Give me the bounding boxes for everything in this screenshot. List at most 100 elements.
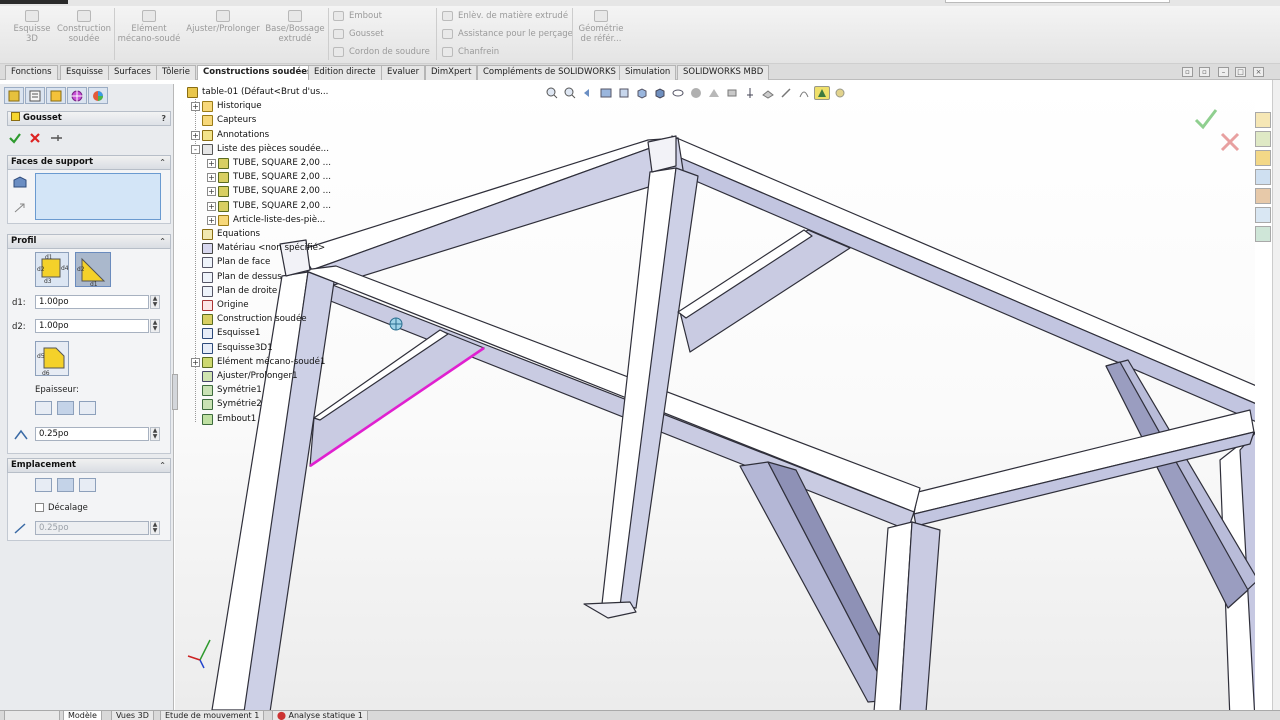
- tree-item[interactable]: Origine: [191, 298, 249, 312]
- thickness-field[interactable]: 0.25po: [35, 427, 149, 441]
- planes-icon[interactable]: [760, 86, 776, 100]
- tree-item[interactable]: Construction soudée: [191, 312, 307, 326]
- feature-manager-tab[interactable]: [4, 87, 24, 104]
- scroll-arrows[interactable]: [4, 711, 60, 720]
- appearances-icon[interactable]: [1255, 188, 1271, 204]
- profile-header[interactable]: Profil ⌃: [7, 234, 171, 249]
- support-faces-header[interactable]: Faces de support ⌃: [7, 155, 171, 170]
- expand-toggle-icon[interactable]: +: [207, 186, 216, 196]
- thickness-both-icon[interactable]: [57, 401, 74, 415]
- tab-sheet-metal[interactable]: Tôlerie: [156, 65, 196, 80]
- tab-dimxpert[interactable]: DimXpert: [425, 65, 478, 80]
- thickness-spinner[interactable]: ▲ ▼: [150, 427, 160, 441]
- close-icon[interactable]: ×: [1253, 67, 1264, 77]
- search-field[interactable]: [945, 0, 1170, 3]
- collapse-icon[interactable]: ⌃: [159, 235, 166, 248]
- help-icon[interactable]: ?: [161, 112, 166, 125]
- confirm-cancel-icon[interactable]: [1220, 132, 1240, 152]
- offset-spinner[interactable]: ▲ ▼: [150, 521, 160, 535]
- tree-item[interactable]: Embout1: [191, 412, 256, 426]
- leg-rear-right[interactable]: [873, 521, 941, 710]
- pushpin-icon[interactable]: [49, 132, 63, 144]
- check-icon[interactable]: [9, 132, 21, 144]
- d2-field[interactable]: 1.00po: [35, 319, 149, 333]
- tree-item[interactable]: Ajuster/Prolonger1: [191, 369, 298, 383]
- view-orientation-icon[interactable]: [634, 86, 650, 100]
- tab-mbd[interactable]: SOLIDWORKS MBD: [677, 65, 770, 80]
- tab-static-study[interactable]: ⬤ Analyse statique 1: [272, 711, 368, 720]
- location-header[interactable]: Emplacement ⌃: [7, 458, 171, 473]
- extruded-boss-button[interactable]: Base/Bossage extrudé: [264, 10, 326, 44]
- tree-item[interactable]: + TUBE, SQUARE 2,00 ...: [207, 170, 331, 184]
- tree-item[interactable]: Equations: [191, 227, 260, 241]
- tree-item[interactable]: Esquisse1: [191, 326, 260, 340]
- expand-toggle-icon[interactable]: +: [207, 172, 216, 182]
- extruded-cut-button[interactable]: Enlèv. de matière extrudé: [442, 9, 568, 23]
- collapse-icon[interactable]: ⌃: [159, 459, 166, 472]
- tree-item[interactable]: Esquisse3D1: [191, 341, 273, 355]
- tree-item[interactable]: Symétrie1: [191, 383, 262, 397]
- perspective-icon[interactable]: [814, 86, 830, 100]
- reference-geometry-button[interactable]: Géométrie de référ...: [576, 10, 626, 44]
- collapse-icon[interactable]: ⌃: [159, 156, 166, 169]
- end-cap-button[interactable]: Embout: [333, 9, 382, 23]
- hole-wizard-button[interactable]: Assistance pour le perçage: [442, 27, 573, 41]
- minimize-icon[interactable]: –: [1218, 67, 1229, 77]
- polygonal-profile-button[interactable]: d2 d1: [75, 252, 111, 288]
- tree-item[interactable]: Matériau <non spécifié>: [191, 241, 325, 255]
- rendering-tools-icon[interactable]: [832, 86, 848, 100]
- dimxpert-manager-tab[interactable]: [67, 87, 87, 104]
- top-rail-back[interactable]: [299, 137, 685, 289]
- hide-show-icon[interactable]: [670, 86, 686, 100]
- weld-bead-button[interactable]: Cordon de soudure: [333, 45, 430, 59]
- zoom-to-fit-icon[interactable]: [544, 86, 560, 100]
- view-settings-icon[interactable]: [724, 86, 740, 100]
- confirm-check-icon[interactable]: [1194, 109, 1218, 130]
- tree-root[interactable]: table-01 (Défaut<Brut d'us...: [187, 85, 328, 99]
- weldment-button[interactable]: Construction soudée: [56, 10, 112, 44]
- tree-item[interactable]: + TUBE, SQUARE 2,00 ...: [207, 156, 331, 170]
- tab-features[interactable]: Fonctions: [5, 65, 58, 80]
- design-library-icon[interactable]: [1255, 131, 1271, 147]
- tab-weldments[interactable]: Constructions soudées: [197, 65, 319, 81]
- tab-direct-editing[interactable]: Edition directe: [308, 65, 382, 80]
- tree-item[interactable]: + TUBE, SQUARE 2,00 ...: [207, 199, 331, 213]
- location-end-icon[interactable]: [79, 478, 96, 492]
- d1-spinner[interactable]: ▲ ▼: [150, 295, 160, 309]
- selection-filter-icon[interactable]: [778, 86, 794, 100]
- expand-toggle-icon[interactable]: +: [207, 215, 216, 225]
- display-manager-tab[interactable]: [88, 87, 108, 104]
- dynamic-annotation-icon[interactable]: [616, 86, 632, 100]
- expand-toggle-icon[interactable]: +: [207, 158, 216, 168]
- tree-item[interactable]: + Elément mécano-soudé1: [191, 355, 326, 369]
- solidworks-forum-icon[interactable]: [1255, 226, 1271, 242]
- triangular-profile-button[interactable]: d1 d2 d4 d3: [35, 252, 69, 287]
- property-manager-tab[interactable]: [25, 87, 45, 104]
- configuration-manager-tab[interactable]: [46, 87, 66, 104]
- right-scrollbar[interactable]: [1272, 80, 1280, 710]
- flip-icon[interactable]: [12, 201, 29, 215]
- tree-item[interactable]: + Historique: [191, 99, 262, 113]
- tree-item[interactable]: - Liste des pièces soudée...: [191, 142, 329, 156]
- structural-member-button[interactable]: Elément mécano-soudé: [117, 10, 181, 44]
- restore-icon[interactable]: ▫: [1199, 67, 1210, 77]
- offset-checkbox[interactable]: [35, 503, 44, 512]
- chamfer-button[interactable]: Chanfrein: [442, 45, 499, 59]
- tree-item[interactable]: Capteurs: [191, 113, 256, 127]
- gusset-brace-left[interactable]: [309, 329, 485, 467]
- edit-appearance-icon[interactable]: [688, 86, 704, 100]
- section-view-icon[interactable]: [598, 86, 614, 100]
- support-faces-list[interactable]: [35, 173, 161, 220]
- previous-view-icon[interactable]: [580, 86, 596, 100]
- offset-field[interactable]: 0.25po: [35, 521, 149, 535]
- tab-sketch[interactable]: Esquisse: [60, 65, 110, 80]
- display-style-icon[interactable]: [652, 86, 668, 100]
- triad-icon[interactable]: [742, 86, 758, 100]
- location-start-icon[interactable]: [35, 478, 52, 492]
- graphics-area[interactable]: [175, 80, 1255, 710]
- weldment-model[interactable]: [175, 80, 1255, 710]
- tree-item[interactable]: Symétrie2: [191, 397, 262, 411]
- x-icon[interactable]: [29, 132, 41, 144]
- resources-icon[interactable]: [1255, 112, 1271, 128]
- expand-toggle-icon[interactable]: +: [207, 201, 216, 211]
